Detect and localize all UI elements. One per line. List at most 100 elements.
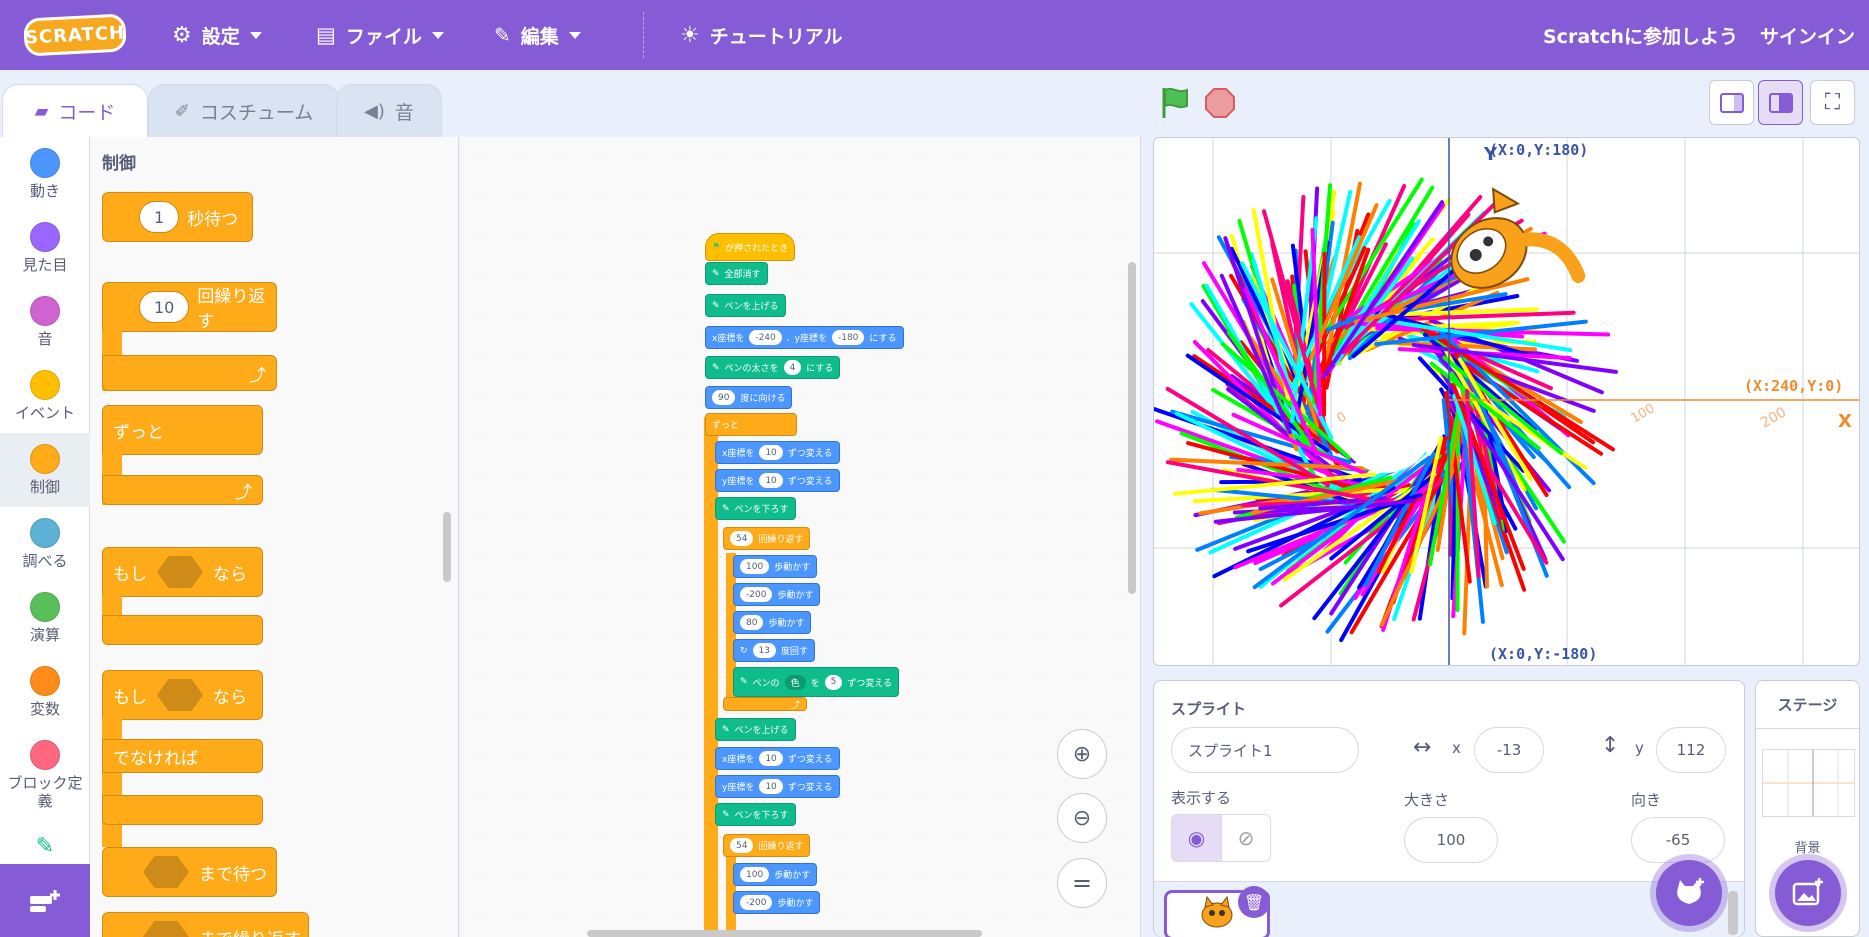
repeat-block[interactable]: 54 回繰り返す xyxy=(723,527,811,550)
direction-input[interactable]: 90 xyxy=(712,390,736,405)
move-steps-block[interactable]: 80 歩動かす xyxy=(733,611,812,634)
category-looks[interactable]: 見た目 xyxy=(0,211,90,285)
category-variables[interactable]: 変数 xyxy=(0,655,90,729)
pen-down-block[interactable]: ✎ ペンを下ろす xyxy=(715,497,796,520)
steps-input[interactable]: 80 xyxy=(740,615,764,630)
file-menu[interactable]: ▤ ファイル xyxy=(316,0,444,70)
repeat-until-block[interactable]: まで繰り返す xyxy=(102,912,309,937)
forever-block[interactable]: ずっと xyxy=(102,405,263,455)
pen-up-block[interactable]: ✎ ペンを上げる xyxy=(705,294,786,317)
direction-field[interactable]: -65 xyxy=(1631,817,1725,863)
condition-slot[interactable] xyxy=(143,856,189,888)
steps-input[interactable]: 100 xyxy=(740,559,770,574)
pen-up-block[interactable]: ✎ ペンを上げる xyxy=(715,718,796,741)
join-scratch-link[interactable]: Scratchに参加しよう xyxy=(1543,0,1738,70)
scratch-logo[interactable]: SCRATCH xyxy=(23,13,127,57)
move-steps-block[interactable]: -200 歩動かす xyxy=(733,891,821,914)
pen-clear-block[interactable]: ✎ 全部消す xyxy=(705,262,768,285)
stop-button[interactable] xyxy=(1204,87,1236,119)
change-x-block[interactable]: x座標を 10 ずつ変える xyxy=(715,441,840,464)
point-direction-block[interactable]: 90 度に向ける xyxy=(705,386,793,409)
sprite-list-scrollbar[interactable] xyxy=(1728,891,1738,935)
pen-change-input[interactable]: 5 xyxy=(824,674,843,690)
y-position-field[interactable]: 112 xyxy=(1656,727,1726,773)
delete-sprite-button[interactable]: 🗑 xyxy=(1238,886,1270,918)
change-x-block[interactable]: x座標を 10 ずつ変える xyxy=(715,747,840,770)
wait-seconds-input[interactable]: 1 xyxy=(139,201,180,233)
size-field[interactable]: 100 xyxy=(1404,817,1498,863)
degrees-input[interactable]: 13 xyxy=(752,643,776,658)
category-my-blocks[interactable]: ブロック定義 xyxy=(0,729,90,815)
x-input[interactable]: -240 xyxy=(749,330,782,345)
forever-block[interactable]: ずっと xyxy=(705,413,797,436)
category-sensing[interactable]: 調べる xyxy=(0,507,90,581)
change-x-input[interactable]: 10 xyxy=(759,751,783,766)
change-y-input[interactable]: 10 xyxy=(759,779,783,794)
stage-thumbnail[interactable] xyxy=(1762,749,1855,817)
repeat-block[interactable]: 54 回繰り返す xyxy=(723,834,811,857)
zoom-in-button[interactable]: ⊕ xyxy=(1057,729,1107,779)
tutorials-button[interactable]: ☀ チュートリアル xyxy=(680,0,843,70)
category-control[interactable]: 制御 xyxy=(0,433,90,507)
category-sound[interactable]: 音 xyxy=(0,285,90,359)
category-pen[interactable]: ✎ xyxy=(0,827,90,867)
add-extension-button[interactable] xyxy=(0,864,90,937)
category-events[interactable]: イベント xyxy=(0,359,90,433)
condition-slot[interactable] xyxy=(143,921,189,937)
goto-xy-block[interactable]: x座標を -240, y座標を -180 にする xyxy=(705,326,904,349)
condition-slot[interactable] xyxy=(157,679,203,711)
change-y-block[interactable]: y座標を 10 ずつ変える xyxy=(715,775,840,798)
fullscreen-button[interactable]: ⛶ xyxy=(1810,80,1855,125)
edit-menu[interactable]: ✎ 編集 xyxy=(494,0,581,70)
sprite-name-field[interactable]: スプライト1 xyxy=(1171,727,1359,773)
y-input[interactable]: -180 xyxy=(831,330,865,345)
steps-input[interactable]: -200 xyxy=(740,895,773,910)
if-block[interactable]: もし なら xyxy=(102,547,263,597)
repeat-block[interactable]: 10 回繰り返す xyxy=(102,282,277,332)
change-y-block[interactable]: y座標を 10 ずつ変える xyxy=(715,469,840,492)
change-pen-color-block[interactable]: ✎ ペンの色を 5 ずつ変える xyxy=(733,667,900,697)
condition-slot[interactable] xyxy=(157,556,203,588)
show-sprite-button[interactable]: ◉ xyxy=(1172,815,1221,861)
category-operators[interactable]: 演算 xyxy=(0,581,90,655)
tab-code[interactable]: ▰ コード xyxy=(2,84,148,137)
turn-block[interactable]: ↻ 13 度回す xyxy=(733,639,816,662)
sign-in-link[interactable]: サインイン xyxy=(1760,0,1855,70)
pen-down-block[interactable]: ✎ ペンを下ろす xyxy=(715,803,796,826)
tab-sounds[interactable]: ◀) 音 xyxy=(336,84,442,137)
choose-sprite-button[interactable] xyxy=(1656,860,1722,926)
wait-block[interactable]: 1 秒待つ xyxy=(102,192,253,242)
pen-size-input[interactable]: 4 xyxy=(783,360,802,375)
zoom-out-button[interactable]: ⊖ xyxy=(1057,793,1107,843)
steps-input[interactable]: 100 xyxy=(740,867,770,882)
workspace-horizontal-scrollbar[interactable] xyxy=(587,930,982,937)
tab-costumes[interactable]: ✐ コスチューム xyxy=(148,84,340,137)
move-steps-block[interactable]: 100 歩動かす xyxy=(733,863,818,886)
workspace-vertical-scrollbar[interactable] xyxy=(1128,262,1136,594)
stage-canvas[interactable]: (X:0,Y:180) (X:240,Y:0) (X:0,Y:-180) Y X… xyxy=(1153,137,1860,666)
script-workspace[interactable]: ⚑ が押されたとき ✎ 全部消す ✎ ペンを上げる x座標を -240, y座標を -1… xyxy=(460,137,1141,937)
steps-input[interactable]: -200 xyxy=(740,587,773,602)
wait-until-block[interactable]: まで待つ xyxy=(102,847,277,897)
when-flag-clicked-block[interactable]: ⚑ が押されたとき xyxy=(705,233,796,261)
x-position-field[interactable]: -13 xyxy=(1474,727,1544,773)
move-steps-block[interactable]: 100 歩動かす xyxy=(733,555,818,578)
if-else-block[interactable]: もし なら xyxy=(102,670,263,720)
set-pen-size-block[interactable]: ✎ ペンの太さを 4 にする xyxy=(705,356,841,379)
small-stage-button[interactable] xyxy=(1709,80,1754,125)
repeat-count-input[interactable]: 54 xyxy=(730,838,754,853)
normal-stage-button[interactable] xyxy=(1758,80,1803,125)
repeat-count-input[interactable]: 10 xyxy=(139,291,190,323)
settings-menu[interactable]: ⚙ 設定 xyxy=(172,0,262,70)
change-x-input[interactable]: 10 xyxy=(759,445,783,460)
change-y-input[interactable]: 10 xyxy=(759,473,783,488)
zoom-reset-button[interactable]: = xyxy=(1057,858,1107,908)
palette-scrollbar[interactable] xyxy=(443,512,451,582)
pen-param-dropdown[interactable]: 色 xyxy=(784,674,806,690)
repeat-count-input[interactable]: 54 xyxy=(730,531,754,546)
green-flag-button[interactable] xyxy=(1160,86,1192,120)
move-steps-block[interactable]: -200 歩動かす xyxy=(733,583,821,606)
hide-sprite-button[interactable]: ⊘ xyxy=(1220,815,1270,861)
choose-backdrop-button[interactable] xyxy=(1775,860,1841,926)
category-motion[interactable]: 動き xyxy=(0,137,90,211)
